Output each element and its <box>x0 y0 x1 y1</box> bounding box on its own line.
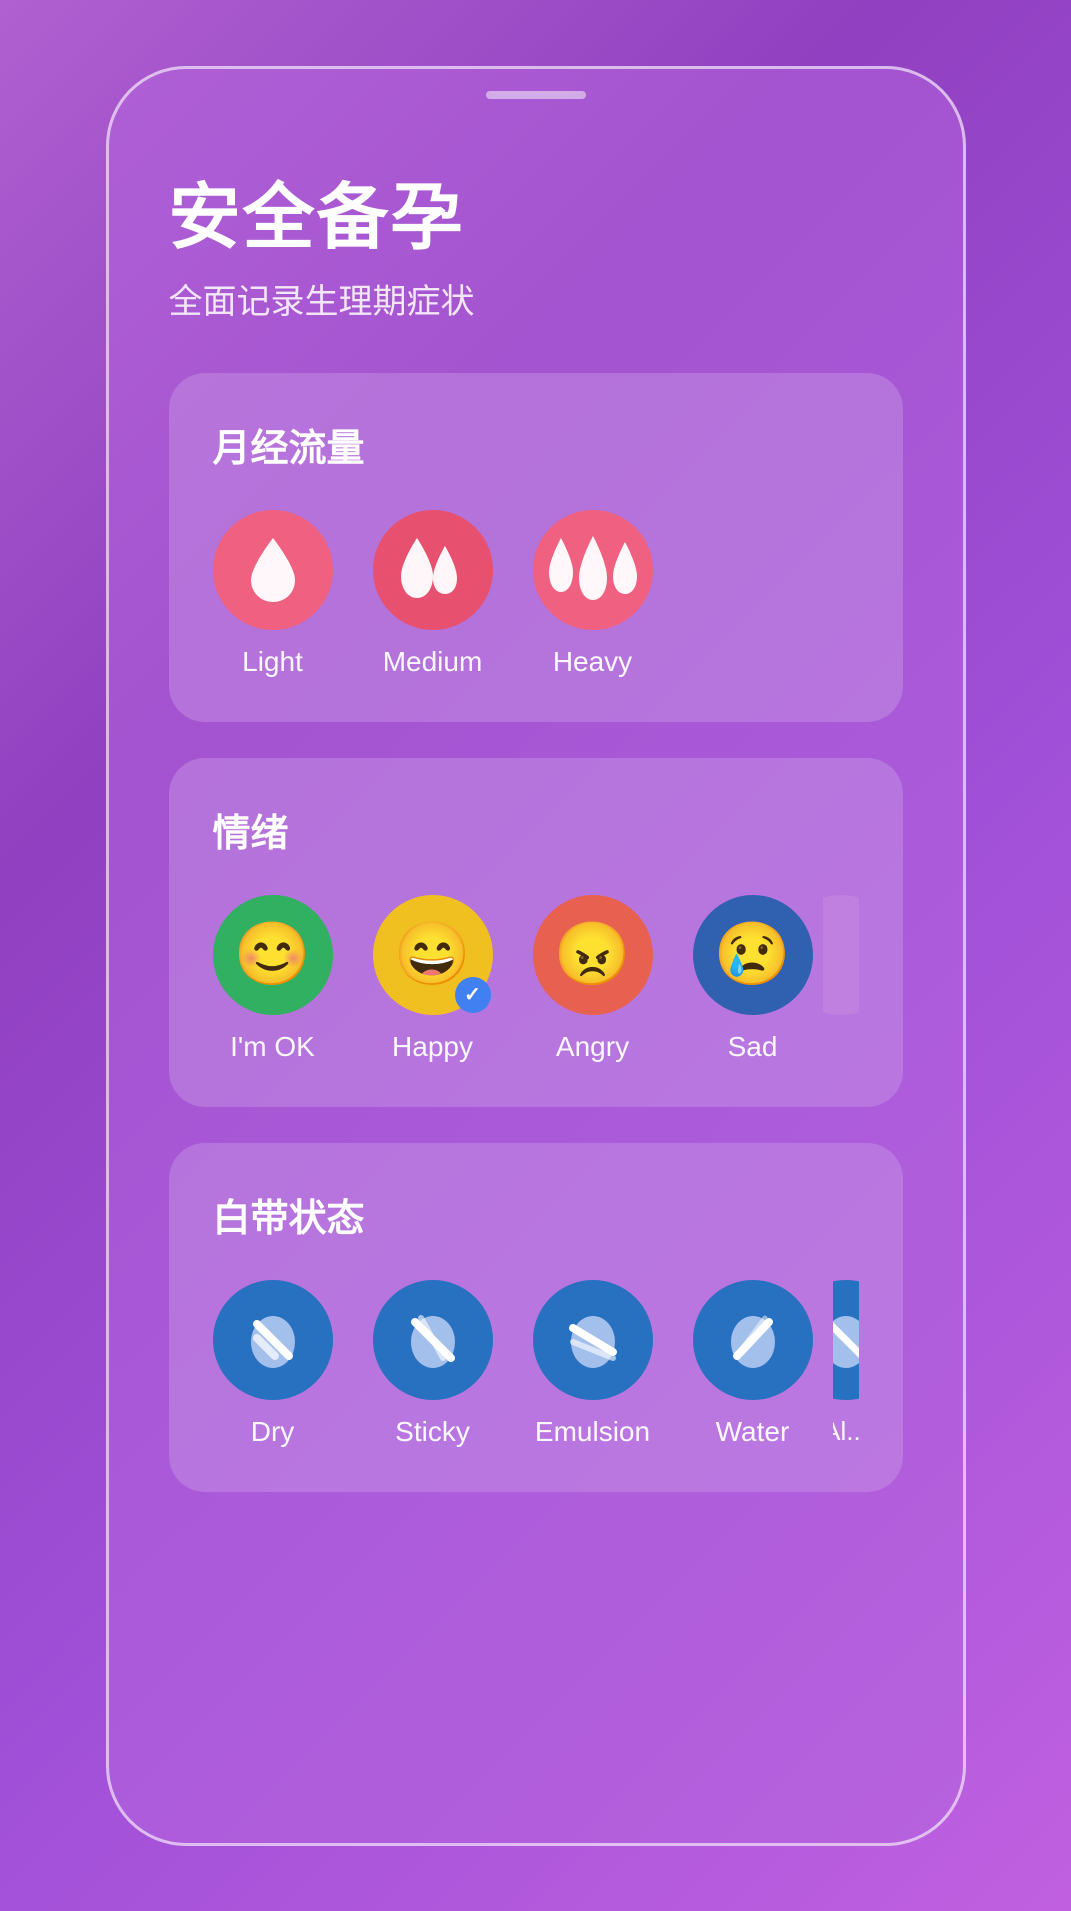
app-subtitle: 全面记录生理期症状 <box>169 274 903 323</box>
discharge-dry-button[interactable] <box>213 1280 333 1400</box>
discharge-items-row: Dry Sticky <box>213 1280 859 1448</box>
mood-item-ok[interactable]: 😊 I'm OK <box>213 895 333 1063</box>
discharge-item-dry[interactable]: Dry <box>213 1280 333 1448</box>
drop-medium-icon <box>393 534 473 606</box>
app-title: 安全备孕 <box>169 179 903 258</box>
mood-happy-check-badge <box>455 977 491 1013</box>
discharge-dry-icon <box>237 1304 309 1376</box>
mood-sad-button[interactable]: 😢 <box>693 895 813 1015</box>
mood-ok-emoji: 😊 <box>234 924 311 986</box>
flow-medium-label: Medium <box>383 646 483 678</box>
mood-happy-label: Happy <box>392 1031 473 1063</box>
mood-items-row: 😊 I'm OK 😄 Happy 😠 Angry 😢 <box>213 895 859 1063</box>
discharge-more-button[interactable] <box>833 1280 859 1400</box>
flow-medium-button[interactable] <box>373 510 493 630</box>
mood-angry-emoji: 😠 <box>554 924 631 986</box>
discharge-more-label: Al... <box>833 1416 859 1447</box>
discharge-water-button[interactable] <box>693 1280 813 1400</box>
discharge-item-water[interactable]: Water <box>693 1280 813 1448</box>
flow-item-medium[interactable]: Medium <box>373 510 493 678</box>
discharge-item-emulsion[interactable]: Emulsion <box>533 1280 653 1448</box>
phone-frame: 安全备孕 全面记录生理期症状 月经流量 Light <box>106 66 966 1846</box>
mood-item-angry[interactable]: 😠 Angry <box>533 895 653 1063</box>
drop-heavy-icon <box>545 534 641 606</box>
discharge-sticky-label: Sticky <box>395 1416 470 1448</box>
discharge-item-sticky[interactable]: Sticky <box>373 1280 493 1448</box>
flow-light-label: Light <box>242 646 303 678</box>
discharge-water-label: Water <box>716 1416 790 1448</box>
mood-section-title: 情绪 <box>213 802 859 857</box>
flow-heavy-button[interactable] <box>533 510 653 630</box>
discharge-item-more[interactable]: Al... <box>833 1280 859 1448</box>
flow-light-button[interactable] <box>213 510 333 630</box>
flow-item-heavy[interactable]: Heavy <box>533 510 653 678</box>
mood-item-sad[interactable]: 😢 Sad <box>693 895 813 1063</box>
mood-angry-button[interactable]: 😠 <box>533 895 653 1015</box>
header: 安全备孕 全面记录生理期症状 <box>169 179 903 323</box>
discharge-section-card: 白带状态 Dry <box>169 1143 903 1492</box>
discharge-more-icon <box>833 1304 859 1376</box>
drop-light-icon <box>243 534 303 606</box>
flow-section-card: 月经流量 Light Medium <box>169 373 903 722</box>
discharge-dry-label: Dry <box>251 1416 295 1448</box>
mood-item-happy[interactable]: 😄 Happy <box>373 895 493 1063</box>
phone-notch <box>486 91 586 99</box>
mood-section-card: 情绪 😊 I'm OK 😄 Happy 😠 Angry <box>169 758 903 1107</box>
mood-happy-button[interactable]: 😄 <box>373 895 493 1015</box>
mood-more-button[interactable] <box>823 895 859 1015</box>
discharge-emulsion-button[interactable] <box>533 1280 653 1400</box>
mood-ok-label: I'm OK <box>230 1031 315 1063</box>
flow-section-title: 月经流量 <box>213 417 859 472</box>
mood-sad-label: Sad <box>728 1031 778 1063</box>
mood-ok-button[interactable]: 😊 <box>213 895 333 1015</box>
mood-happy-emoji: 😄 <box>394 924 471 986</box>
mood-item-more[interactable] <box>823 895 859 1063</box>
flow-item-light[interactable]: Light <box>213 510 333 678</box>
discharge-water-icon <box>717 1304 789 1376</box>
discharge-sticky-icon <box>397 1304 469 1376</box>
flow-items-row: Light Medium <box>213 510 859 678</box>
mood-sad-emoji: 😢 <box>714 924 791 986</box>
mood-angry-label: Angry <box>556 1031 629 1063</box>
discharge-section-title: 白带状态 <box>213 1187 859 1242</box>
discharge-emulsion-icon <box>557 1304 629 1376</box>
flow-heavy-label: Heavy <box>553 646 632 678</box>
discharge-emulsion-label: Emulsion <box>535 1416 650 1448</box>
discharge-sticky-button[interactable] <box>373 1280 493 1400</box>
